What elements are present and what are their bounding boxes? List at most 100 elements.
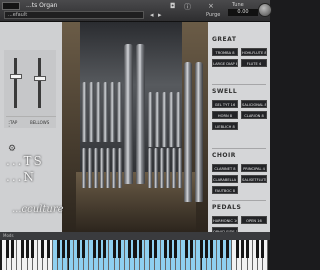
black-key[interactable] — [128, 240, 132, 258]
black-key[interactable] — [46, 240, 50, 258]
stop-button[interactable]: SALICIONAL 8 — [241, 100, 267, 108]
black-key[interactable] — [77, 240, 81, 258]
black-key[interactable] — [133, 240, 137, 258]
organ-pipe — [103, 82, 108, 142]
stop-button[interactable]: HARMONIC 16 — [212, 216, 238, 224]
camera-icon[interactable]: ◘ — [170, 2, 176, 10]
organ-pipe — [94, 148, 98, 188]
stop-button[interactable]: LIEBLICH 8 — [212, 122, 238, 130]
black-key[interactable] — [235, 240, 239, 258]
stops-section-title: SWELL — [212, 88, 238, 95]
black-key[interactable] — [169, 240, 173, 258]
instrument-logo — [2, 2, 20, 10]
black-key[interactable] — [261, 240, 265, 258]
black-key[interactable] — [256, 240, 260, 258]
organ-pipe — [172, 148, 176, 188]
black-key[interactable] — [26, 240, 30, 258]
organ-photo — [62, 22, 208, 232]
organ-pipe — [82, 82, 87, 142]
black-key[interactable] — [225, 240, 229, 258]
organ-pipe — [82, 148, 86, 188]
organ-pipe — [154, 148, 158, 188]
organ-pipe — [136, 44, 145, 184]
next-preset-icon[interactable]: ▸ — [158, 11, 162, 19]
bellows-fader-track[interactable] — [38, 58, 41, 108]
stop-button[interactable]: FAUTBOC 8 — [212, 186, 238, 194]
black-key[interactable] — [199, 240, 204, 258]
organ-pipe — [106, 148, 110, 188]
bellows-fader-label: BELLOWS — [30, 120, 50, 125]
keyboard: Mods — [0, 232, 270, 270]
info-icon[interactable]: ⓘ — [184, 2, 191, 12]
stop-button[interactable]: CLARINET 8 — [212, 164, 238, 172]
black-key[interactable] — [31, 240, 35, 258]
tune-label: Tune — [232, 2, 244, 8]
black-key[interactable] — [148, 240, 152, 258]
organ-pipe — [118, 148, 122, 188]
stops-section-title: PEDALS — [212, 204, 242, 211]
tune-value[interactable]: 0.00 — [228, 9, 258, 16]
black-key[interactable] — [61, 240, 65, 258]
organ-pipe — [162, 92, 167, 147]
mods-label: Mods — [3, 233, 14, 238]
stops-divider — [212, 148, 266, 149]
stop-button[interactable]: GEL TYT 16 — [212, 100, 238, 108]
host-header: ...ts Organ ...efault ◂ ▸ ◘ ⓘ × Purge Tu… — [0, 0, 272, 22]
organ-pipe — [89, 82, 94, 142]
black-key[interactable] — [240, 240, 244, 258]
black-key[interactable] — [189, 240, 193, 258]
black-key[interactable] — [174, 240, 178, 258]
black-key[interactable] — [92, 240, 96, 258]
stop-button[interactable]: SALISETFLUTE 4 — [241, 175, 267, 183]
stop-button[interactable]: FLUTE 4 — [241, 59, 267, 67]
tap-fader-track[interactable] — [14, 58, 17, 108]
black-key[interactable] — [5, 240, 9, 258]
black-key[interactable] — [184, 240, 188, 258]
black-key[interactable] — [20, 240, 24, 258]
bellows-fader-handle[interactable] — [34, 76, 46, 81]
organ-pipe — [178, 148, 182, 188]
stop-button[interactable]: HORN 8 — [212, 111, 238, 119]
tap-fader-handle[interactable] — [10, 73, 22, 79]
stop-button[interactable]: TROMBA 8 — [212, 48, 238, 56]
black-key[interactable] — [41, 240, 45, 258]
black-key[interactable] — [102, 240, 106, 258]
preset-selector[interactable]: ...efault — [4, 11, 144, 19]
stop-button[interactable]: CLARABELLA 8 — [212, 175, 238, 183]
close-icon[interactable]: × — [208, 2, 214, 10]
stops-section-title: GREAT — [212, 36, 237, 43]
organ-pipe — [96, 82, 101, 142]
stop-button[interactable]: PRINCIPAL 4 — [241, 164, 267, 172]
prev-preset-icon[interactable]: ◂ — [150, 11, 154, 19]
black-key[interactable] — [153, 240, 157, 258]
purge-button[interactable]: Purge — [206, 12, 220, 18]
black-key[interactable] — [210, 240, 214, 258]
black-key[interactable] — [82, 240, 86, 258]
black-key[interactable] — [246, 240, 250, 258]
black-key[interactable] — [220, 240, 224, 258]
black-key[interactable] — [10, 240, 14, 258]
black-key[interactable] — [118, 240, 122, 258]
organ-pipe — [124, 44, 133, 184]
product-title: ...TS ...N ...cculture — [0, 148, 70, 228]
piano-keys[interactable] — [2, 240, 268, 270]
stop-button[interactable]: OPEN 16 — [241, 216, 267, 224]
stop-button[interactable]: LARGE DIAP 8 — [212, 59, 238, 67]
organ-pipe — [176, 92, 181, 147]
organ-pipe — [100, 148, 104, 188]
organ-pipe — [112, 148, 116, 188]
black-key[interactable] — [56, 240, 60, 258]
black-key[interactable] — [138, 240, 142, 258]
organ-pipe — [148, 148, 152, 188]
reverb-icon[interactable]: ⫶ — [8, 120, 10, 130]
stop-button[interactable]: HOHLFLUTE 8 — [241, 48, 267, 56]
black-key[interactable] — [205, 240, 209, 258]
black-key[interactable] — [97, 240, 101, 258]
stops-section-title: CHOIR — [212, 152, 236, 159]
black-key[interactable] — [66, 240, 71, 258]
organ-pipe — [88, 148, 92, 188]
stop-button[interactable]: CLARION 8 — [241, 111, 267, 119]
black-key[interactable] — [164, 240, 168, 258]
tune-knob[interactable] — [258, 3, 272, 17]
black-key[interactable] — [113, 240, 117, 258]
